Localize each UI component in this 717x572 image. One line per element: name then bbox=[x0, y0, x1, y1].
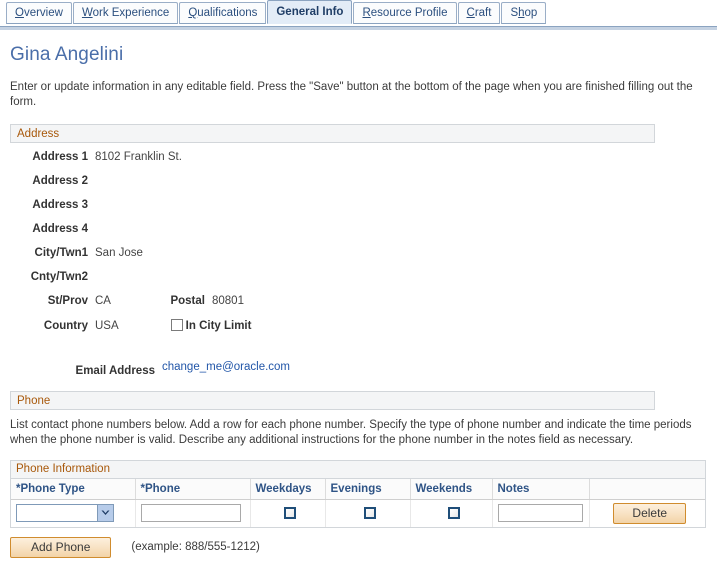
phone-col-notes: Notes bbox=[492, 478, 590, 500]
delete-phone-button[interactable]: Delete bbox=[613, 502, 687, 524]
phone-table: *Phone Type *Phone Weekdays Evenings Weekend… bbox=[11, 478, 705, 527]
phone-section-header: Phone bbox=[10, 391, 655, 410]
phone-table-row: Delete bbox=[11, 499, 705, 527]
address-field-label: Address 3 bbox=[32, 199, 88, 211]
page-instructions: Enter or update information in any edita… bbox=[10, 81, 693, 108]
phone-actions-row: Add Phone (example: 888/555-1212) bbox=[10, 536, 707, 558]
phone-instructions: List contact phone numbers below. Add a … bbox=[10, 419, 692, 446]
weekends-checkbox-cell bbox=[410, 499, 493, 527]
weekdays-checkbox[interactable] bbox=[284, 506, 296, 519]
phone-number-cell bbox=[135, 499, 251, 527]
tab-resource-profile[interactable]: Resource Profile bbox=[353, 2, 457, 24]
weekdays-checkbox-cell bbox=[250, 499, 326, 527]
tab-shop[interactable]: Shop bbox=[501, 2, 547, 24]
page-content: Gina Angelini Enter or update informatio… bbox=[0, 44, 717, 558]
phone-col-weekends: Weekends bbox=[410, 478, 493, 500]
phone-information-grid: Phone Information *Phone Type *Phone Weekd… bbox=[10, 459, 706, 528]
postal-label: Postal bbox=[170, 295, 205, 307]
phone-col-actions bbox=[589, 478, 705, 500]
phone-table-header-row: *Phone Type *Phone Weekdays Evenings Weekend… bbox=[11, 478, 705, 500]
phone-col-weekdays: Weekdays bbox=[250, 478, 326, 500]
address-field-label: Cnty/Twn2 bbox=[30, 271, 88, 283]
phone-example-text: (example: 888/555-1212) bbox=[131, 541, 260, 553]
address-state-postal-row: St/Prov CA Postal 80801 bbox=[10, 295, 707, 319]
country-value: USA bbox=[95, 320, 119, 332]
phone-col-phone-type: *Phone Type bbox=[11, 478, 136, 500]
in-city-limit-group: In City Limit bbox=[170, 319, 252, 332]
postal-value: 80801 bbox=[211, 295, 244, 307]
state-label: St/Prov bbox=[47, 295, 88, 307]
evenings-checkbox[interactable] bbox=[364, 506, 376, 519]
phone-grid-title: Phone Information bbox=[11, 460, 705, 479]
address-field-row: Address 2 bbox=[10, 175, 707, 199]
phone-col-evenings: Evenings bbox=[325, 478, 411, 500]
phone-table-body: Delete bbox=[11, 499, 705, 527]
tab-qualifications[interactable]: Qualifications bbox=[179, 2, 267, 24]
address-field-row: Address 4 bbox=[10, 223, 707, 247]
tab-work-experience[interactable]: Work Experience bbox=[72, 2, 179, 24]
address-field-list: Address 1 8102 Franklin St. Address 2 Addre… bbox=[10, 151, 707, 295]
in-city-limit-checkbox[interactable] bbox=[170, 319, 183, 331]
tab-general-info[interactable]: General Info bbox=[267, 0, 353, 24]
phone-col-phone: *Phone bbox=[135, 478, 251, 500]
address-field-label: Address 1 bbox=[32, 151, 88, 163]
phone-type-cell bbox=[11, 499, 136, 527]
address-section-header: Address bbox=[10, 124, 655, 143]
add-phone-button[interactable]: Add Phone bbox=[10, 536, 112, 558]
notes-input[interactable] bbox=[497, 504, 583, 523]
address-field-label: City/Twn1 bbox=[34, 247, 88, 259]
address-country-row: Country USA In City Limit bbox=[10, 319, 707, 343]
address-field-value: 8102 Franklin St. bbox=[95, 151, 182, 163]
address-field-row: City/Twn1 San Jose bbox=[10, 247, 707, 271]
country-label: Country bbox=[43, 320, 88, 332]
tab-craft[interactable]: Craft bbox=[457, 2, 501, 24]
chevron-down-icon bbox=[97, 505, 113, 522]
evenings-checkbox-cell bbox=[325, 499, 411, 527]
tab-bar: Overview Work Experience Qualifications Gen… bbox=[0, 0, 717, 30]
notes-cell bbox=[492, 499, 590, 527]
address-field-row: Address 1 8102 Franklin St. bbox=[10, 151, 707, 175]
address-field-row: Address 3 bbox=[10, 199, 707, 223]
address-field-row: Cnty/Twn2 bbox=[10, 271, 707, 295]
address-field-label: Address 2 bbox=[32, 175, 88, 187]
weekends-checkbox[interactable] bbox=[447, 506, 460, 519]
in-city-limit-label: In City Limit bbox=[185, 320, 252, 332]
email-address-link[interactable]: change_me@oracle.com bbox=[155, 361, 290, 373]
phone-type-select-value bbox=[17, 505, 97, 521]
email-address-label: Email Address bbox=[75, 365, 155, 377]
page-title: Gina Angelini bbox=[10, 44, 124, 65]
address-field-value: San Jose bbox=[95, 247, 143, 259]
phone-number-input[interactable] bbox=[140, 504, 241, 523]
state-value: CA bbox=[95, 295, 111, 307]
email-address-row: Email Address change_me@oracle.com bbox=[10, 361, 707, 377]
tab-overview[interactable]: Overview bbox=[6, 2, 72, 24]
phone-type-select[interactable] bbox=[16, 504, 114, 523]
address-field-label: Address 4 bbox=[32, 223, 88, 235]
delete-cell: Delete bbox=[589, 499, 705, 527]
